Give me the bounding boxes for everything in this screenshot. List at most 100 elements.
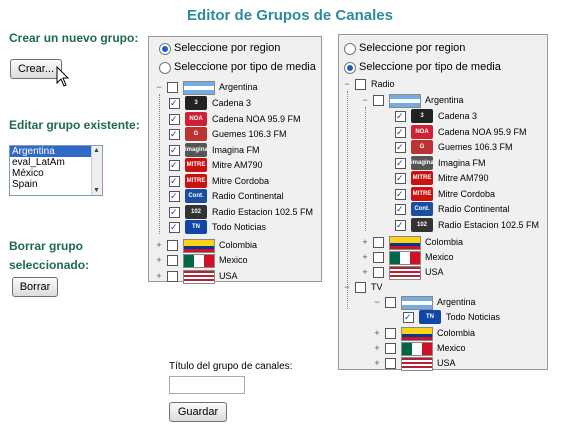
group-option[interactable]: México [10, 168, 102, 179]
tree-channel: G Guemes 106.3 FM [383, 140, 580, 155]
tree-checkbox[interactable] [169, 174, 180, 189]
radio-region[interactable] [344, 43, 356, 55]
tree-country-colombia: + Colombia [361, 235, 561, 250]
tree-checkbox[interactable] [167, 255, 178, 266]
channel-logo-icon: imagina [411, 155, 433, 170]
create-button[interactable]: Crear... [10, 59, 62, 79]
radio-media-label: Seleccione por tipo de media [359, 61, 501, 73]
channel-logo-icon: 102 [411, 217, 433, 232]
radio-region-label: Seleccione por region [359, 42, 466, 54]
tree-checkbox[interactable] [355, 282, 366, 293]
channel-logo-icon: Cont. [185, 189, 207, 203]
collapse-icon[interactable]: − [343, 80, 351, 89]
tree-checkbox[interactable] [169, 220, 180, 235]
argentina-flag-icon [389, 94, 421, 108]
tree-checkbox[interactable] [373, 267, 384, 278]
tree-label: Colombia [425, 237, 464, 247]
tree-checkbox[interactable] [403, 310, 414, 325]
tree-checkbox[interactable] [169, 96, 180, 111]
tree-checkbox[interactable] [169, 189, 180, 204]
listbox-scrollbar[interactable]: ▲ ▼ [91, 146, 102, 195]
radio-region[interactable] [159, 43, 171, 55]
tree-checkbox[interactable] [395, 171, 406, 186]
tree-label: Cadena 3 [212, 98, 252, 108]
group-listbox[interactable]: Argentina eval_LatAm México Spain ▲ ▼ [9, 145, 103, 196]
tree-checkbox[interactable] [395, 218, 406, 233]
tree-checkbox[interactable] [395, 125, 406, 140]
expand-icon[interactable]: + [155, 240, 163, 250]
collapse-icon[interactable]: − [373, 298, 381, 307]
tree-checkbox[interactable] [385, 297, 396, 308]
channel-logo-icon: G [185, 127, 207, 141]
group-option[interactable]: Argentina [10, 146, 102, 157]
expand-icon[interactable]: + [361, 253, 369, 262]
tree-checkbox[interactable] [167, 239, 178, 251]
tree-checkbox[interactable] [385, 327, 396, 339]
group-option[interactable]: eval_LatAm [10, 157, 102, 168]
tree-checkbox[interactable] [169, 205, 180, 220]
tree-label: Radio Estacion 102.5 FM [212, 206, 314, 217]
tree-checkbox[interactable] [395, 156, 406, 171]
tree-label: Radio Continental [212, 191, 284, 201]
group-option[interactable]: Spain [10, 179, 102, 190]
tree-label: TV [371, 282, 383, 292]
usa-flag-icon [389, 266, 421, 280]
tree-checkbox[interactable] [169, 158, 180, 173]
delete-button[interactable]: Borrar [12, 277, 58, 297]
tree-checkbox[interactable] [395, 140, 406, 155]
collapse-icon[interactable]: − [361, 96, 369, 105]
scroll-up-icon[interactable]: ▲ [93, 147, 100, 154]
tree-checkbox[interactable] [395, 202, 406, 217]
radio-media-label: Seleccione por tipo de media [174, 61, 316, 73]
tree-checkbox[interactable] [385, 342, 396, 354]
channel-logo-icon: MITRE [185, 173, 207, 188]
usa-flag-icon [183, 269, 215, 284]
radio-media[interactable] [159, 62, 171, 74]
tree-checkbox[interactable] [167, 82, 178, 93]
channel-logo-icon: NOA [185, 111, 207, 126]
expand-icon[interactable]: + [155, 256, 163, 265]
tree-checkbox[interactable] [373, 95, 384, 106]
collapse-icon[interactable]: − [155, 83, 163, 92]
tree-checkbox[interactable] [169, 143, 180, 158]
channel-logo-icon: MITRE [411, 171, 433, 185]
tree-label: Radio [371, 79, 395, 89]
expand-icon[interactable]: + [373, 343, 381, 353]
tree-label: Mitre AM790 [212, 160, 263, 170]
save-button[interactable]: Guardar [169, 402, 227, 422]
tree-checkbox[interactable] [373, 237, 384, 248]
argentina-flag-icon [401, 296, 433, 310]
tree-label: Cadena NOA 95.9 FM [212, 113, 301, 124]
edit-group-heading: Editar grupo existente: [9, 118, 140, 132]
expand-icon[interactable]: + [373, 358, 381, 368]
tree-checkbox[interactable] [373, 252, 384, 263]
group-name-input[interactable] [169, 376, 245, 394]
tree-channel: imagina Imagina FM [383, 155, 580, 171]
scroll-down-icon[interactable]: ▼ [93, 187, 100, 194]
media-panel: Seleccione por region Seleccione por tip… [338, 34, 548, 371]
tree-label: Mitre Cordoba [212, 175, 270, 186]
tree-checkbox[interactable] [167, 270, 178, 282]
colombia-flag-icon [389, 236, 421, 250]
tree-checkbox[interactable] [395, 187, 406, 202]
tree-label: Mexico [425, 252, 454, 262]
tree-label: USA [219, 270, 238, 281]
tree-label: Mitre AM790 [438, 173, 489, 183]
tree-country-argentina: − Argentina [373, 295, 573, 310]
tree-checkbox[interactable] [355, 79, 366, 90]
radio-media[interactable] [344, 62, 356, 74]
tree-checkbox[interactable] [395, 109, 406, 124]
tree-media-tv: − TV [343, 280, 543, 295]
channel-logo-icon: 3 [411, 109, 433, 123]
expand-icon[interactable]: + [361, 238, 369, 247]
tree-checkbox[interactable] [169, 112, 180, 127]
collapse-icon[interactable]: − [343, 283, 351, 292]
tree-country-usa: + USA [155, 269, 355, 284]
tree-checkbox[interactable] [169, 127, 180, 142]
tree-checkbox[interactable] [385, 357, 396, 369]
expand-icon[interactable]: + [361, 268, 369, 277]
expand-icon[interactable]: + [373, 328, 381, 338]
tree-label: Guemes 106.3 FM [438, 142, 513, 152]
expand-icon[interactable]: + [155, 271, 163, 281]
tree-channel: TN Todo Noticias [391, 310, 580, 325]
